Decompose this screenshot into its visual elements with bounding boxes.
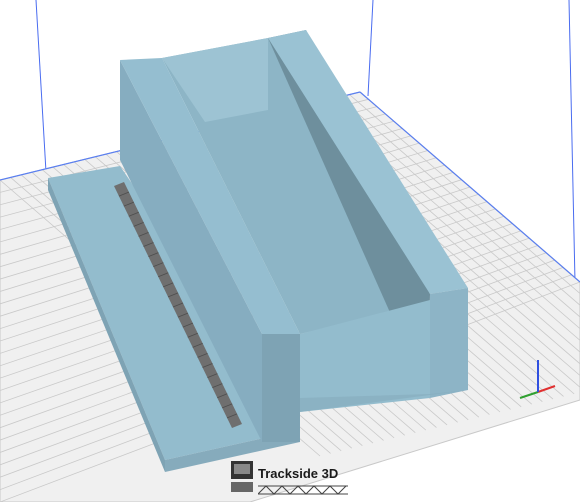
viewport-canvas[interactable] [0, 0, 580, 502]
truss-bridge-graphic [258, 485, 348, 495]
body-bottom-front [262, 334, 300, 442]
rail-bridge-icon [231, 461, 253, 492]
3d-viewport[interactable]: Trackside 3D [0, 0, 580, 502]
right-wall-front [430, 288, 468, 398]
watermark-brand-text: Trackside 3D [258, 466, 339, 481]
watermark-logo: Trackside 3D [228, 456, 358, 502]
